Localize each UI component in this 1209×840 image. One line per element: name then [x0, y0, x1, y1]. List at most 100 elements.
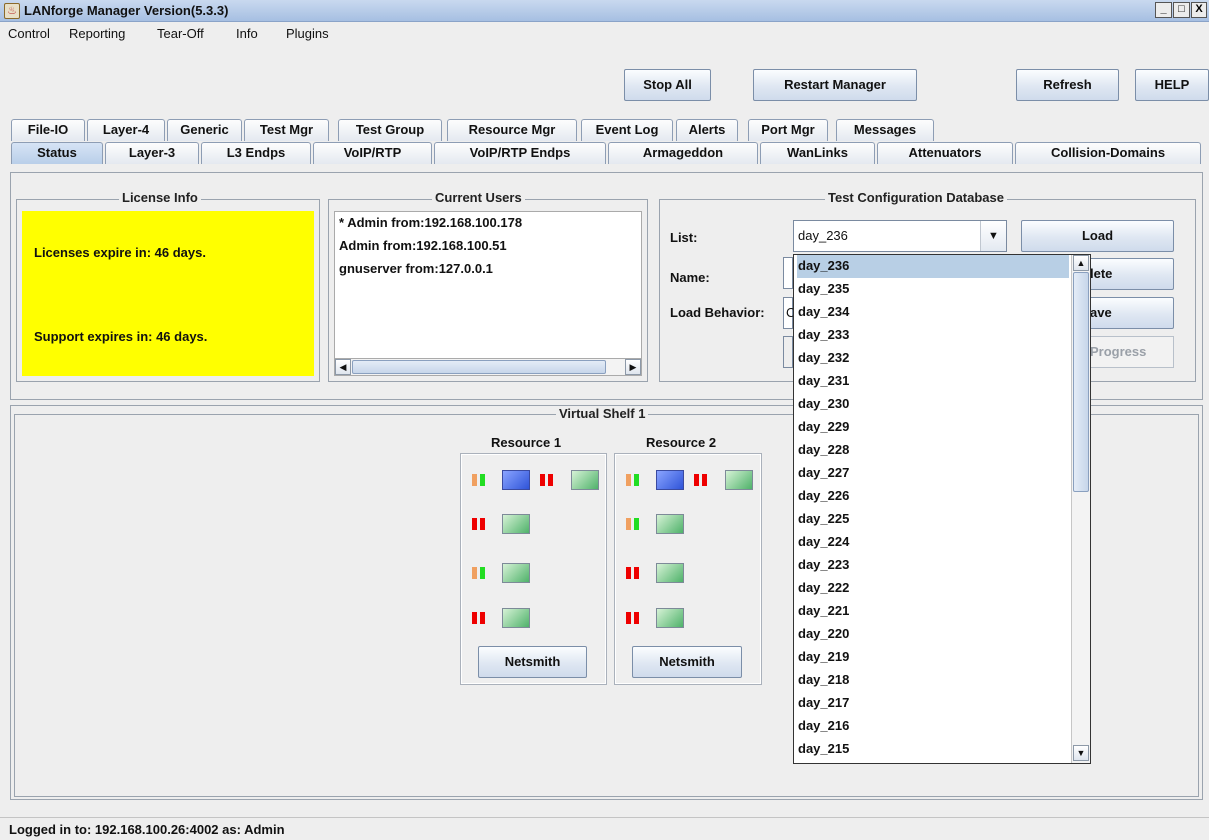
tab-resource-mgr[interactable]: Resource Mgr [447, 119, 577, 141]
name-field[interactable] [783, 257, 793, 289]
progress-field [783, 336, 793, 368]
dropdown-option[interactable]: day_216 [797, 715, 1069, 738]
tab-alerts[interactable]: Alerts [676, 119, 738, 141]
tab-l3-endps[interactable]: L3 Endps [201, 142, 311, 164]
scroll-right-icon[interactable]: ▶ [625, 359, 641, 375]
maximize-button[interactable]: □ [1173, 2, 1190, 18]
dropdown-option[interactable]: day_236 [797, 255, 1069, 278]
dropdown-option[interactable]: day_232 [797, 347, 1069, 370]
dropdown-option[interactable]: day_235 [797, 278, 1069, 301]
port-icon[interactable] [725, 470, 753, 490]
port-icon[interactable] [502, 470, 530, 490]
dropdown-option[interactable]: day_225 [797, 508, 1069, 531]
refresh-button[interactable]: Refresh [1016, 69, 1119, 101]
list-combo[interactable]: day_236 ▼ [793, 220, 1007, 252]
chevron-down-icon[interactable]: ▼ [980, 221, 1006, 251]
dropdown-option[interactable]: day_220 [797, 623, 1069, 646]
scroll-thumb[interactable] [1073, 272, 1089, 492]
port-icon[interactable] [502, 563, 530, 583]
scroll-left-icon[interactable]: ◀ [335, 359, 351, 375]
scroll-down-icon[interactable]: ▼ [1073, 745, 1089, 761]
tab-file-io[interactable]: File-IO [11, 119, 85, 141]
list-combo-value: day_236 [798, 228, 848, 243]
load-button[interactable]: Load [1021, 220, 1174, 252]
menu-reporting[interactable]: Reporting [69, 26, 125, 41]
status-led-icon [626, 474, 631, 486]
status-led-icon [694, 474, 699, 486]
tab-collision-domains[interactable]: Collision-Domains [1015, 142, 1201, 164]
tab-attenuators[interactable]: Attenuators [877, 142, 1013, 164]
tab-port-mgr[interactable]: Port Mgr [748, 119, 828, 141]
status-led-icon [480, 567, 485, 579]
tab-armageddon[interactable]: Armageddon [608, 142, 758, 164]
license-title: License Info [119, 190, 201, 205]
menu-control[interactable]: Control [8, 26, 50, 41]
user-entry: Admin from:192.168.100.51 [339, 238, 507, 253]
menu-info[interactable]: Info [236, 26, 258, 41]
menu-tear-off[interactable]: Tear-Off [157, 26, 204, 41]
minimize-button[interactable]: _ [1155, 2, 1172, 18]
tab-test-mgr[interactable]: Test Mgr [244, 119, 329, 141]
port-icon[interactable] [571, 470, 599, 490]
dropdown-vertical-scrollbar[interactable]: ▲ ▼ [1071, 255, 1090, 763]
dropdown-option[interactable]: day_221 [797, 600, 1069, 623]
tab-status[interactable]: Status [11, 142, 103, 164]
scroll-up-icon[interactable]: ▲ [1073, 255, 1089, 271]
help-button[interactable]: HELP [1135, 69, 1209, 101]
dropdown-option[interactable]: day_217 [797, 692, 1069, 715]
status-led-icon [634, 567, 639, 579]
dropdown-option[interactable]: day_224 [797, 531, 1069, 554]
dropdown-option[interactable]: day_233 [797, 324, 1069, 347]
status-led-icon [472, 474, 477, 486]
list-label: List: [670, 230, 698, 245]
port-icon[interactable] [656, 608, 684, 628]
licenses-expire-text: Licenses expire in: 46 days. [34, 245, 206, 260]
port-icon[interactable] [502, 608, 530, 628]
menu-bar: Control Reporting Tear-Off Info Plugins [0, 22, 1209, 44]
dropdown-option[interactable]: day_230 [797, 393, 1069, 416]
dropdown-option[interactable]: day_219 [797, 646, 1069, 669]
stop-all-button[interactable]: Stop All [624, 69, 711, 101]
status-led-icon [472, 518, 477, 530]
restart-manager-button[interactable]: Restart Manager [753, 69, 917, 101]
login-status-text: Logged in to: 192.168.100.26:4002 as: Ad… [9, 822, 285, 837]
menu-plugins[interactable]: Plugins [286, 26, 329, 41]
tab-layer-4[interactable]: Layer-4 [87, 119, 165, 141]
resource-name: Resource 2 [646, 435, 717, 450]
shelf-title: Virtual Shelf 1 [556, 406, 649, 421]
dropdown-option[interactable]: day_226 [797, 485, 1069, 508]
port-icon[interactable] [502, 514, 530, 534]
dropdown-option[interactable]: day_215 [797, 738, 1069, 761]
status-led-icon [626, 518, 631, 530]
dropdown-option[interactable]: day_229 [797, 416, 1069, 439]
tab-voip-rtp-endps[interactable]: VoIP/RTP Endps [434, 142, 606, 164]
tab-event-log[interactable]: Event Log [581, 119, 673, 141]
netsmith-button[interactable]: Netsmith [478, 646, 587, 678]
dropdown-option[interactable]: day_223 [797, 554, 1069, 577]
tab-messages[interactable]: Messages [836, 119, 934, 141]
scroll-thumb[interactable] [352, 360, 606, 374]
dropdown-option[interactable]: day_228 [797, 439, 1069, 462]
users-horizontal-scrollbar[interactable]: ◀ ▶ [334, 358, 642, 376]
tab-test-group[interactable]: Test Group [338, 119, 442, 141]
tab-voip-rtp[interactable]: VoIP/RTP [313, 142, 432, 164]
load-behavior-combo[interactable]: C [783, 297, 795, 329]
port-icon[interactable] [656, 563, 684, 583]
dropdown-option[interactable]: day_222 [797, 577, 1069, 600]
users-title: Current Users [432, 190, 525, 205]
dropdown-option[interactable]: day_234 [797, 301, 1069, 324]
list-dropdown-popup[interactable]: day_236 day_235 day_234 day_233 day_232 … [793, 254, 1091, 764]
dropdown-option[interactable]: day_231 [797, 370, 1069, 393]
tab-generic[interactable]: Generic [167, 119, 242, 141]
port-icon[interactable] [656, 514, 684, 534]
dropdown-option[interactable]: day_227 [797, 462, 1069, 485]
dropdown-option[interactable]: day_218 [797, 669, 1069, 692]
close-button[interactable]: X [1191, 2, 1207, 18]
status-led-icon [480, 612, 485, 624]
tab-wanlinks[interactable]: WanLinks [760, 142, 875, 164]
tab-layer-3[interactable]: Layer-3 [105, 142, 199, 164]
user-entry: * Admin from:192.168.100.178 [339, 215, 523, 230]
port-icon[interactable] [656, 470, 684, 490]
users-list[interactable]: * Admin from:192.168.100.178 Admin from:… [334, 211, 642, 376]
netsmith-button[interactable]: Netsmith [632, 646, 742, 678]
